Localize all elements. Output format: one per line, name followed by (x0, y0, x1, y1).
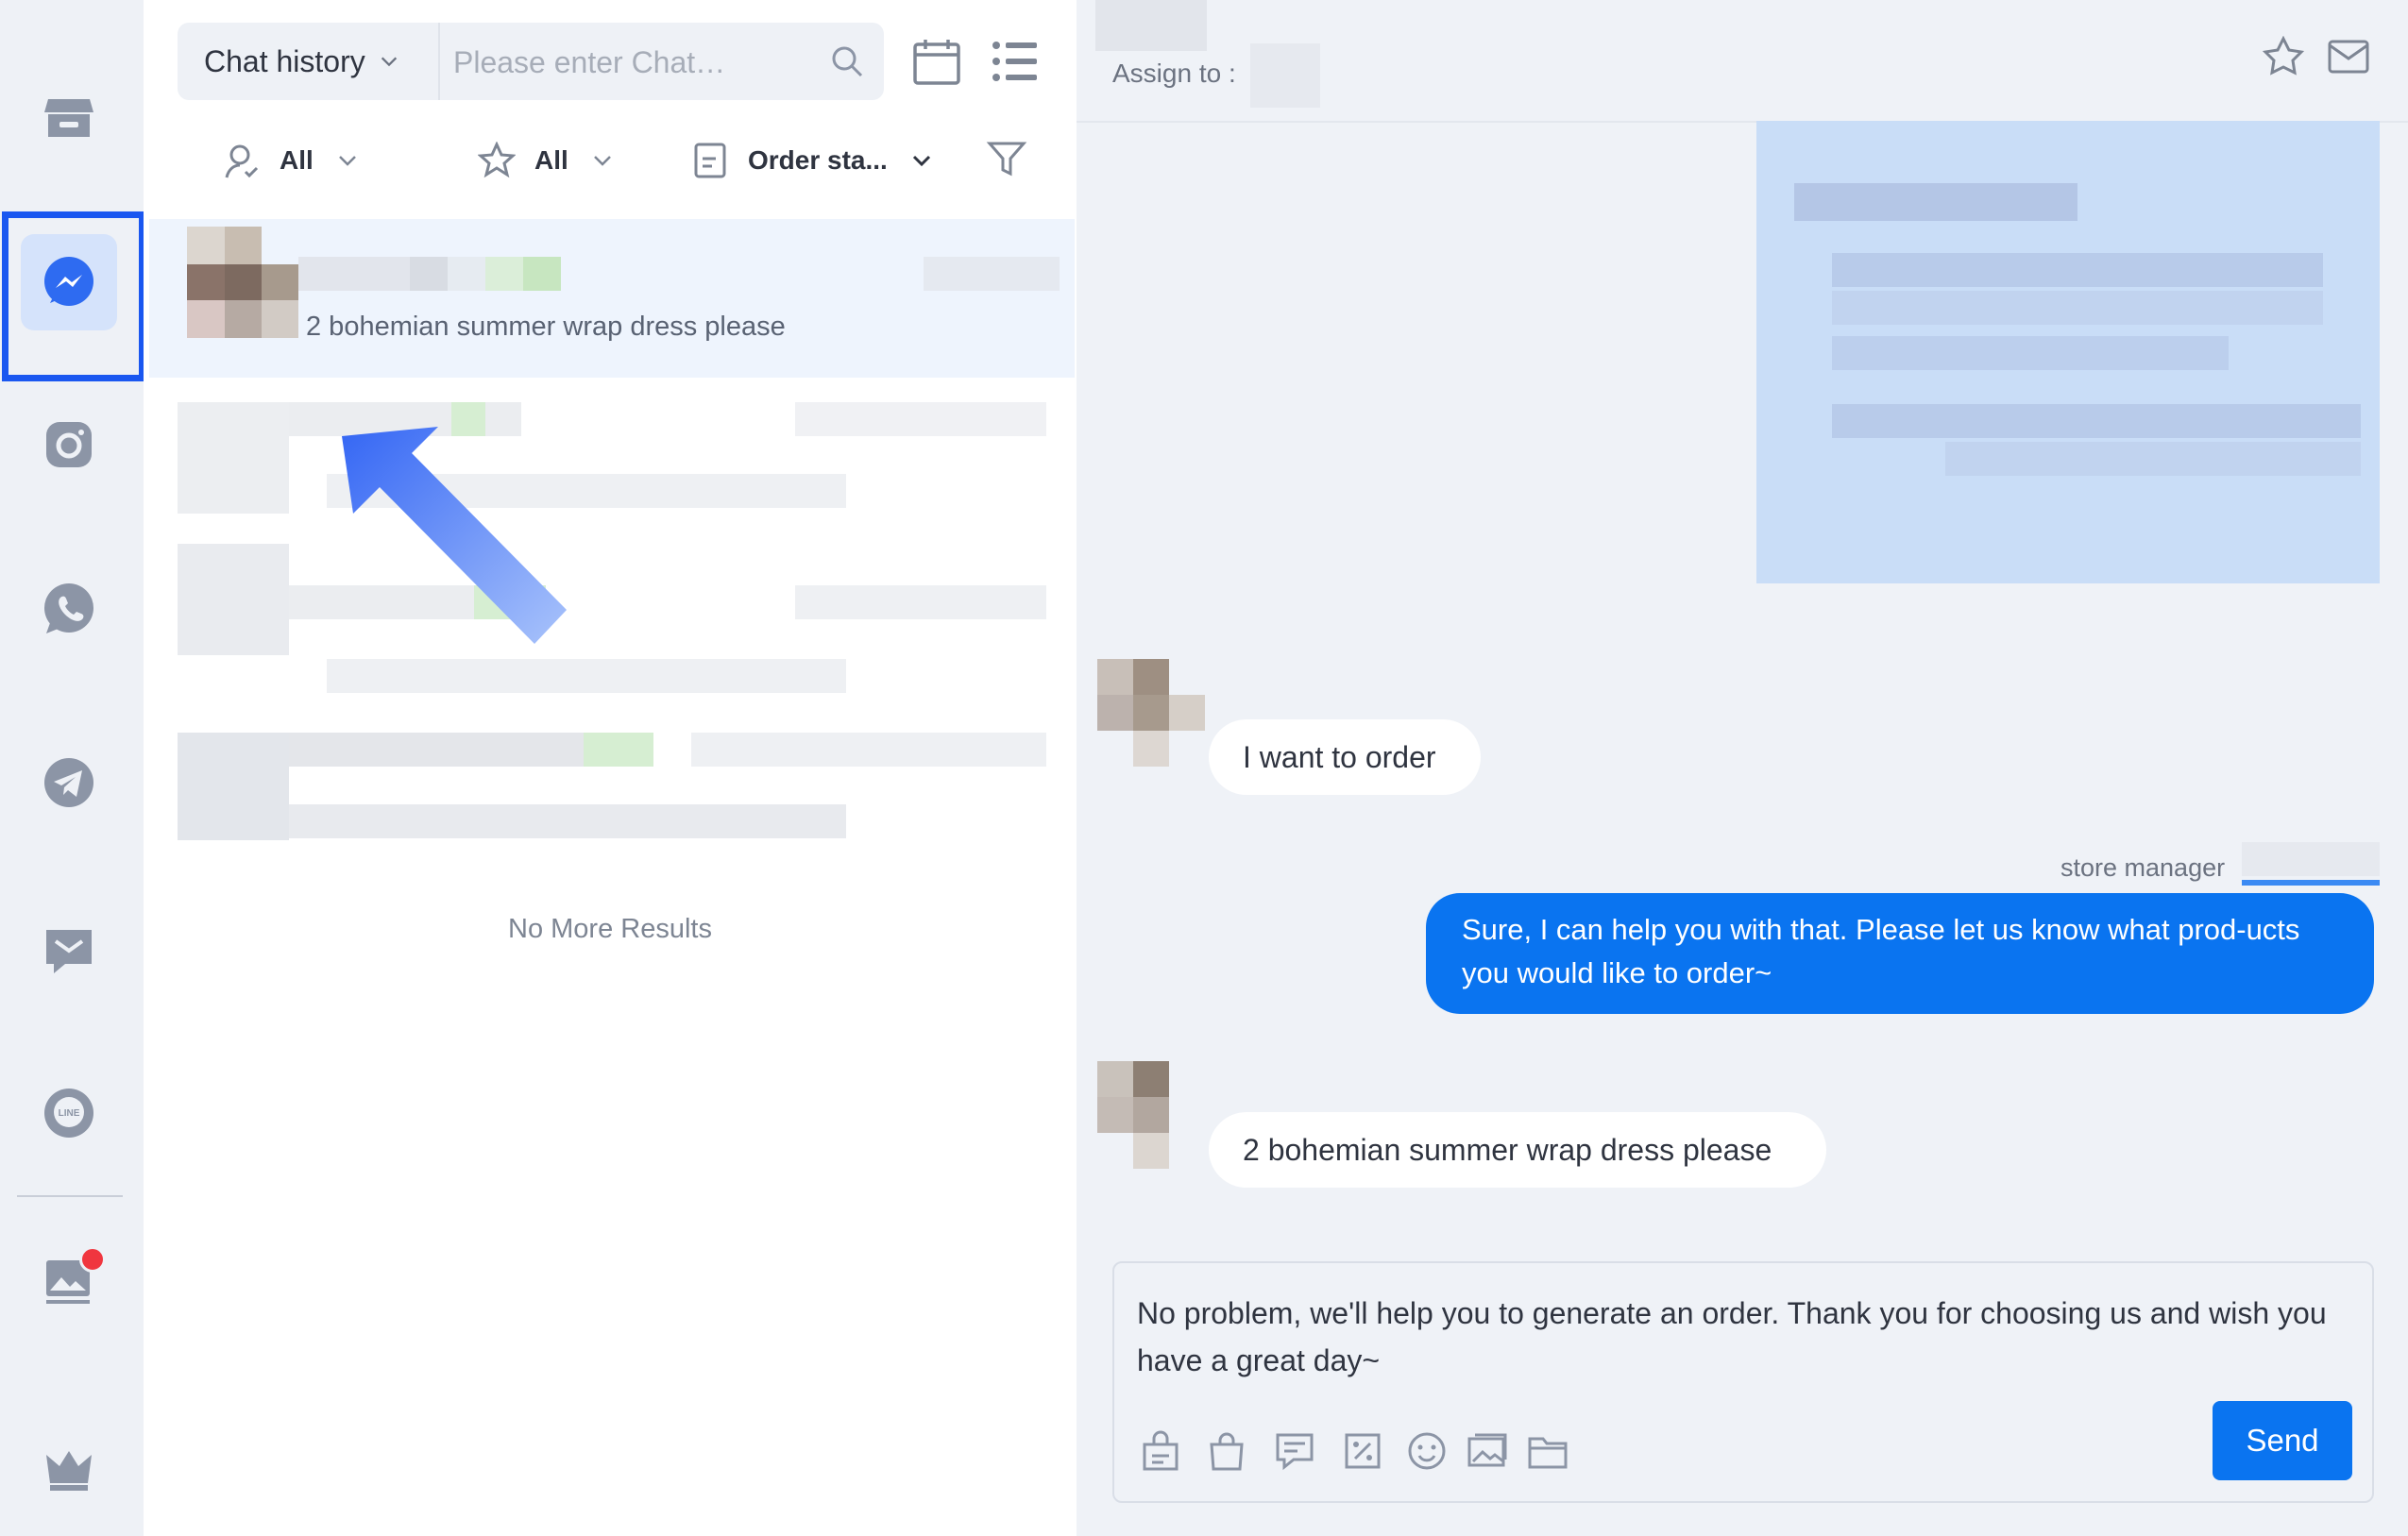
whatsapp-button[interactable] (21, 561, 117, 657)
order-status-filter-label: Order sta... (748, 145, 888, 175)
store-icon (44, 99, 93, 137)
conversation-pane: Assign to : I want to order store manage… (1077, 0, 2408, 1536)
notification-badge (79, 1246, 106, 1273)
sms-button[interactable] (21, 903, 117, 999)
message-incoming: I want to order (1209, 719, 1481, 795)
document-icon (694, 143, 726, 178)
image-icon[interactable] (1466, 1429, 1509, 1473)
conversation-item[interactable] (178, 544, 289, 655)
conversation-item[interactable] (178, 402, 289, 514)
agent-filter[interactable]: All (223, 132, 359, 189)
message-text: 2 bohemian summer wrap dress please (1243, 1132, 1772, 1167)
chevron-down-icon (381, 57, 397, 67)
telegram-icon (44, 758, 93, 807)
filter-funnel-icon[interactable] (986, 138, 1027, 179)
shopping-bag-icon[interactable] (1205, 1429, 1248, 1473)
chevron-down-icon (593, 156, 611, 166)
conversation-item-active[interactable] (149, 219, 1075, 378)
timestamp-redacted (924, 257, 1060, 291)
line-icon: LINE (44, 1089, 93, 1138)
list-view-icon[interactable] (992, 38, 1039, 85)
chevron-down-icon (912, 155, 930, 167)
crown-button[interactable] (21, 1420, 117, 1516)
message-composer: No problem, we'll help you to generate a… (1112, 1261, 2374, 1503)
mail-icon[interactable] (2327, 36, 2370, 77)
quick-reply-icon[interactable] (1273, 1429, 1316, 1473)
chat-history-select[interactable]: Chat history (178, 23, 440, 100)
product-icon[interactable] (1139, 1429, 1182, 1473)
store-button[interactable] (21, 68, 117, 164)
search-icon[interactable] (829, 43, 865, 79)
agent-filter-label: All (280, 145, 314, 175)
channel-sidebar: LINE (0, 0, 145, 1536)
star-icon[interactable] (2263, 36, 2304, 77)
assign-label: Assign to : (1112, 59, 1236, 88)
message-text: I want to order (1243, 739, 1436, 774)
sms-icon (46, 930, 92, 973)
conversation-preview: 2 bohemian summer wrap dress please (306, 312, 786, 342)
search-input[interactable] (451, 36, 814, 89)
instagram-icon (46, 422, 92, 467)
user-icon (225, 144, 259, 178)
avatar (1097, 1061, 1209, 1169)
star-icon (478, 142, 516, 178)
highlight-box (2, 211, 145, 381)
crown-icon (46, 1451, 92, 1491)
star-filter[interactable]: All (478, 132, 614, 189)
line-icon-text: LINE (59, 1108, 80, 1119)
chevron-down-icon (338, 156, 356, 166)
discount-icon[interactable] (1341, 1429, 1384, 1473)
avatar (187, 227, 298, 338)
message-text: Sure, I can help you with that. Please l… (1462, 913, 2300, 989)
sender-label: store manager (2060, 853, 2226, 882)
message-incoming: 2 bohemian summer wrap dress please (1209, 1112, 1826, 1188)
calendar-icon[interactable] (912, 38, 961, 87)
chat-history-label: Chat history (204, 43, 365, 78)
search-bar: Chat history (178, 23, 884, 100)
message-outgoing: Sure, I can help you with that. Please l… (1426, 893, 2374, 1014)
message-redacted (1756, 121, 2380, 583)
conversation-item[interactable] (178, 733, 289, 840)
pointer-arrow (342, 427, 567, 644)
emoji-icon[interactable] (1405, 1429, 1449, 1473)
contact-name-redacted (298, 257, 410, 291)
chat-list-panel: Chat history All All (144, 0, 1077, 1536)
no-more-results: No More Results (508, 914, 712, 944)
gallery-button[interactable] (21, 1233, 117, 1329)
conversation-header: Assign to : (1077, 0, 2408, 123)
whatsapp-icon (44, 583, 93, 633)
star-filter-label: All (534, 145, 568, 175)
contact-name-redacted (1095, 0, 1207, 51)
order-status-filter[interactable]: Order sta... (691, 132, 933, 189)
assignee-select[interactable] (1250, 43, 1320, 108)
folder-icon[interactable] (1526, 1429, 1569, 1473)
composer-input[interactable]: No problem, we'll help you to generate a… (1137, 1290, 2355, 1384)
avatar (1097, 659, 1209, 767)
instagram-button[interactable] (21, 397, 117, 493)
sidebar-divider (17, 1195, 123, 1197)
telegram-button[interactable] (21, 734, 117, 831)
send-button[interactable]: Send (2213, 1401, 2352, 1480)
line-button[interactable]: LINE (21, 1065, 117, 1161)
